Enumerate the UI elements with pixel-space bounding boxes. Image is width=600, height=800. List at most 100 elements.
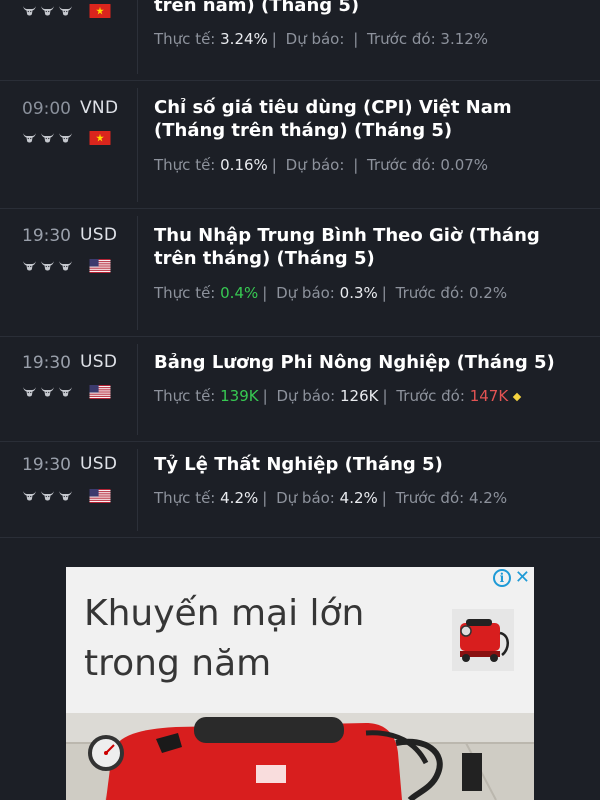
usa-flag-icon (89, 385, 111, 399)
previous-value: 0.07% (440, 156, 489, 174)
ad-headline-line: Khuyến mại lớn (84, 593, 365, 634)
importance-indicator (22, 386, 73, 397)
ad-close-icon[interactable]: ✕ (515, 569, 530, 587)
event-row[interactable]: trên năm) (Tháng 5) Thực tế: 3.24% | Dự b… (0, 0, 600, 80)
event-left-panel: 19:30 USD (0, 338, 138, 441)
bull-icon (58, 5, 73, 16)
event-currency: USD (80, 454, 118, 474)
forecast-label: Dự báo: (276, 284, 335, 302)
column-divider (137, 449, 138, 531)
bull-icon (22, 386, 37, 397)
vietnam-flag-icon (89, 4, 111, 18)
event-time: 09:00 (22, 99, 71, 119)
event-title-line: trên năm) (Tháng 5) (154, 0, 360, 16)
row-separator (0, 336, 600, 337)
vietnam-flag-icon (89, 131, 111, 145)
event-values: Thực tế: 4.2% | Dự báo: 4.2% | Trước đó: 4… (154, 489, 508, 507)
previous-label: Trước đó: (395, 284, 465, 302)
event-values: Thực tế: 3.24% | Dự báo: | Trước đó: 3.12… (154, 30, 489, 48)
previous-value: 0.2% (468, 284, 508, 302)
previous-value: 147K (469, 387, 509, 405)
event-title-line: trên tháng) (Tháng 5) (154, 248, 375, 269)
event-row[interactable]: 19:30 USD Thu Nhập Trung Bình Theo Giờ (… (0, 210, 600, 336)
row-separator (0, 441, 600, 442)
event-title-line: Bảng Lương Phi Nông Nghiệp (Tháng 5) (154, 352, 555, 373)
bull-icon (40, 260, 55, 271)
bull-icon (22, 132, 37, 143)
event-title-line: (Tháng trên tháng) (Tháng 5) (154, 120, 453, 141)
event-row[interactable]: 09:00 VND Chỉ số giá tiêu dùng (CPI) Việ… (0, 82, 600, 208)
bull-icon (58, 260, 73, 271)
column-divider (137, 0, 138, 74)
ad-headline: Khuyến mại lớn trong năm (84, 589, 414, 689)
previous-label: Trước đó: (367, 30, 436, 48)
usa-flag-icon (89, 259, 111, 273)
row-separator (0, 80, 600, 81)
row-separator (0, 537, 600, 538)
actual-label: Thực tế: (154, 284, 216, 302)
bull-icon (58, 386, 73, 397)
forecast-label: Dự báo: (285, 30, 345, 48)
event-title[interactable]: Tỷ Lệ Thất Nghiệp (Tháng 5) (154, 453, 574, 476)
event-time: 19:30 (22, 226, 71, 246)
event-currency: USD (80, 352, 118, 372)
event-left-panel: 19:30 USD (0, 443, 138, 537)
previous-label: Trước đó: (395, 489, 465, 507)
event-currency: VND (80, 98, 119, 118)
event-title-line: Chỉ số giá tiêu dùng (CPI) Việt Nam (154, 97, 512, 118)
actual-label: Thực tế: (154, 489, 216, 507)
row-separator (0, 208, 600, 209)
event-values: Thực tế: 139K | Dự báo: 126K | Trước đó: 1… (154, 387, 522, 405)
usa-flag-icon (89, 489, 111, 503)
event-left-panel: 09:00 VND (0, 82, 138, 208)
revision-marker-icon (512, 392, 522, 401)
event-title-line: Thu Nhập Trung Bình Theo Giờ (Tháng (154, 225, 540, 246)
ad-info-icon[interactable]: i (492, 569, 511, 587)
event-values: Thực tế: 0.16% | Dự báo: | Trước đó: 0.07… (154, 156, 489, 174)
event-title[interactable]: Chỉ số giá tiêu dùng (CPI) Việt Nam (Thá… (154, 96, 574, 142)
event-title-line: Tỷ Lệ Thất Nghiệp (Tháng 5) (154, 454, 443, 475)
forecast-value: 126K (340, 387, 379, 405)
actual-label: Thực tế: (154, 387, 216, 405)
bull-icon (22, 490, 37, 501)
ad-controls: i ✕ (492, 569, 530, 587)
actual-value: 3.24% (220, 30, 268, 48)
event-row[interactable]: 19:30 USD Tỷ Lệ Thất Nghiệp (Tháng 5) Th… (0, 443, 600, 537)
actual-value: 4.2% (220, 489, 259, 507)
previous-value: 3.12% (440, 30, 489, 48)
actual-value: 0.16% (220, 156, 268, 174)
actual-label: Thực tế: (154, 30, 216, 48)
advertisement-banner[interactable]: i ✕ Khuyến mại lớn trong năm (66, 567, 534, 800)
event-title[interactable]: Bảng Lương Phi Nông Nghiệp (Tháng 5) (154, 351, 574, 374)
forecast-value: 4.2% (339, 489, 378, 507)
bull-icon (40, 386, 55, 397)
bull-icon (58, 132, 73, 143)
importance-indicator (22, 490, 73, 501)
importance-indicator (22, 260, 73, 271)
previous-value: 4.2% (468, 489, 508, 507)
event-currency: USD (80, 225, 118, 245)
event-title[interactable]: trên năm) (Tháng 5) (154, 0, 574, 17)
bull-icon (40, 5, 55, 16)
forecast-label: Dự báo: (276, 387, 336, 405)
previous-label: Trước đó: (396, 387, 465, 405)
importance-indicator (22, 5, 73, 16)
ad-product-thumbnail[interactable] (452, 609, 514, 671)
importance-indicator (22, 132, 73, 143)
event-title[interactable]: Thu Nhập Trung Bình Theo Giờ (Tháng trên… (154, 224, 574, 270)
bull-icon (58, 490, 73, 501)
forecast-value: 0.3% (339, 284, 378, 302)
event-left-panel (0, 0, 138, 80)
forecast-label: Dự báo: (285, 156, 345, 174)
ad-product-image[interactable] (66, 713, 534, 800)
bull-icon (40, 490, 55, 501)
event-left-panel: 19:30 USD (0, 210, 138, 336)
column-divider (137, 88, 138, 202)
actual-label: Thực tế: (154, 156, 216, 174)
event-row[interactable]: 19:30 USD Bảng Lương Phi Nông Nghiệp (Th… (0, 338, 600, 441)
bull-icon (40, 132, 55, 143)
event-time: 19:30 (22, 455, 71, 475)
column-divider (137, 216, 138, 330)
ad-headline-line: trong năm (84, 643, 272, 684)
actual-value: 139K (220, 387, 259, 405)
